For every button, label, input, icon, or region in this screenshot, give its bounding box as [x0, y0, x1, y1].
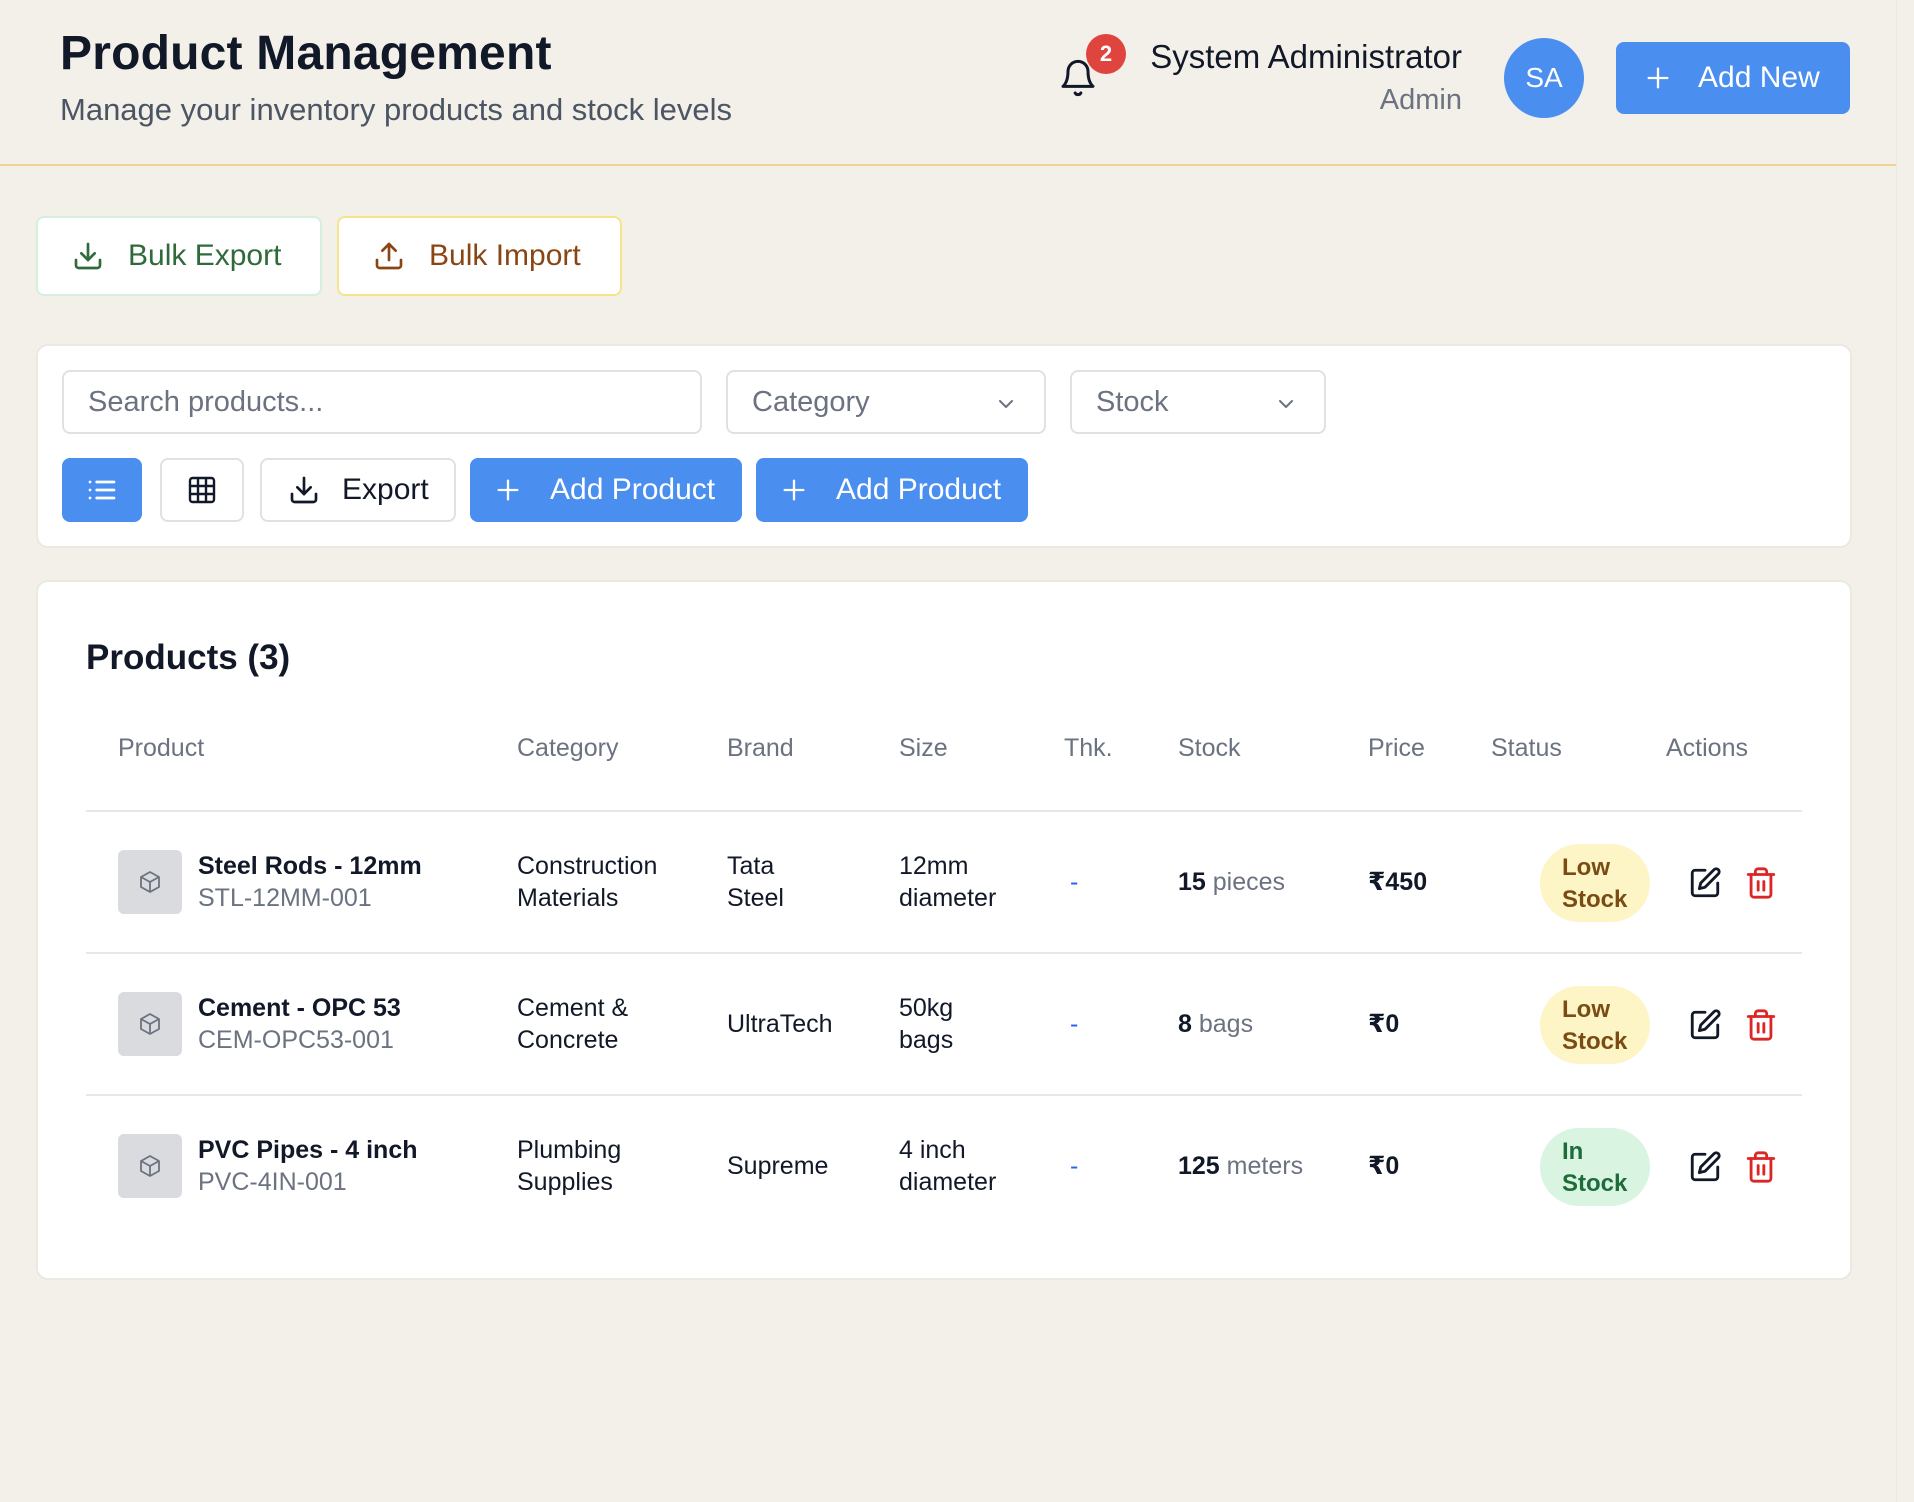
products-table-card: Products (3) Product Category Brand Size… [36, 580, 1852, 1280]
product-name[interactable]: Cement - OPC 53 [198, 992, 401, 1024]
product-thickness: - [1070, 1152, 1079, 1180]
grid-view-button[interactable] [160, 458, 244, 522]
table-row[interactable]: PVC Pipes - 4 inch PVC-4IN-001 Plumbing S… [86, 1096, 1802, 1238]
edit-button[interactable] [1688, 866, 1722, 900]
column-header-price[interactable]: Price [1368, 734, 1425, 763]
product-stock: 8 bags [1178, 1010, 1254, 1038]
product-thumbnail [118, 850, 182, 914]
category-select[interactable]: Category [726, 370, 1046, 434]
plus-icon [780, 476, 808, 504]
user-name: System Administrator [1150, 38, 1462, 75]
download-icon [290, 476, 318, 504]
column-header-status[interactable]: Status [1491, 734, 1562, 763]
product-brand: UltraTech [727, 1010, 833, 1038]
column-header-category[interactable]: Category [517, 734, 618, 763]
trash-icon [1746, 867, 1776, 899]
product-name[interactable]: PVC Pipes - 4 inch [198, 1134, 418, 1166]
box-icon [140, 1013, 160, 1035]
add-product-label: Add Product [550, 473, 716, 506]
column-header-stock[interactable]: Stock [1178, 734, 1241, 763]
bulk-export-button[interactable]: Bulk Export [36, 216, 322, 296]
table-row[interactable]: Steel Rods - 12mm STL-12MM-001 Construct… [86, 812, 1802, 954]
product-price: ₹0 [1368, 1010, 1400, 1038]
page-header: Product Management Manage your inventory… [0, 0, 1896, 166]
table-row[interactable]: Cement - OPC 53 CEM-OPC53-001 Cement & Co… [86, 954, 1802, 1096]
status-badge: In Stock [1540, 1128, 1650, 1206]
table-header: Product Category Brand Size Thk. Stock P… [86, 734, 1802, 812]
chevron-down-icon [999, 400, 1013, 408]
product-thumbnail [118, 992, 182, 1056]
search-input[interactable] [62, 370, 702, 434]
column-header-brand[interactable]: Brand [727, 734, 794, 763]
product-price: ₹450 [1368, 868, 1428, 896]
add-product-button[interactable]: Add Product [470, 458, 742, 522]
page-subtitle: Manage your inventory products and stock… [60, 92, 733, 127]
product-sku: PVC-4IN-001 [198, 1168, 347, 1196]
product-sku: CEM-OPC53-001 [198, 1026, 394, 1054]
edit-button[interactable] [1688, 1008, 1722, 1042]
edit-button[interactable] [1688, 1150, 1722, 1184]
list-view-button[interactable] [62, 458, 142, 522]
add-product-label: Add Product [836, 473, 1002, 506]
stock-select-value: Stock [1096, 385, 1169, 418]
edit-icon [1690, 867, 1721, 898]
status-badge: Low Stock [1540, 844, 1650, 922]
plus-icon [1644, 64, 1672, 92]
chevron-down-icon [1279, 400, 1293, 408]
grid-icon [188, 476, 216, 504]
product-thickness: - [1070, 868, 1079, 896]
product-stock: 125 meters [1178, 1152, 1304, 1180]
column-header-product[interactable]: Product [118, 734, 204, 763]
add-new-label: Add New [1698, 61, 1820, 94]
category-select-value: Category [752, 385, 870, 418]
page-title: Product Management [60, 27, 552, 80]
edit-icon [1690, 1151, 1721, 1182]
product-category: Plumbing Supplies [517, 1136, 622, 1196]
export-label: Export [342, 473, 429, 506]
upload-icon [375, 242, 403, 270]
product-stock: 15 pieces [1178, 868, 1286, 896]
product-price: ₹0 [1368, 1152, 1400, 1180]
delete-button[interactable] [1744, 1008, 1778, 1042]
stock-select[interactable]: Stock [1070, 370, 1326, 434]
product-thumbnail [118, 1134, 182, 1198]
product-category: Cement & Concrete [517, 994, 629, 1054]
list-icon [88, 480, 116, 500]
trash-icon [1746, 1009, 1776, 1041]
product-brand: Tata Steel [727, 852, 784, 912]
user-role: Admin [1379, 84, 1462, 116]
delete-button[interactable] [1744, 866, 1778, 900]
page-scrollbar[interactable] [1896, 0, 1914, 1502]
column-header-actions: Actions [1666, 734, 1748, 762]
trash-icon [1746, 1151, 1776, 1183]
download-icon [74, 242, 102, 270]
column-header-thickness[interactable]: Thk. [1064, 734, 1113, 763]
product-sku: STL-12MM-001 [198, 884, 372, 912]
user-avatar[interactable]: SA [1504, 38, 1584, 118]
product-size: 12mm diameter [899, 852, 997, 912]
column-header-size[interactable]: Size [899, 734, 948, 763]
box-icon [140, 1155, 160, 1177]
bulk-import-label: Bulk Import [429, 239, 581, 272]
product-thickness: - [1070, 1010, 1079, 1038]
bulk-import-button[interactable]: Bulk Import [337, 216, 622, 296]
filter-toolbar-card: Category Stock Export Add Product Add Pr… [36, 344, 1852, 548]
add-new-button[interactable]: Add New [1616, 42, 1850, 114]
product-size: 4 inch diameter [899, 1136, 997, 1196]
notification-count-badge: 2 [1086, 34, 1126, 74]
plus-icon [494, 476, 522, 504]
product-brand: Supreme [727, 1152, 829, 1180]
products-title: Products (3) [86, 638, 291, 677]
add-product-button-secondary[interactable]: Add Product [756, 458, 1028, 522]
export-button[interactable]: Export [260, 458, 456, 522]
status-badge: Low Stock [1540, 986, 1650, 1064]
bulk-export-label: Bulk Export [128, 239, 282, 272]
product-name[interactable]: Steel Rods - 12mm [198, 850, 422, 882]
product-size: 50kg bags [899, 994, 954, 1054]
product-category: Construction Materials [517, 852, 658, 912]
edit-icon [1690, 1009, 1721, 1040]
box-icon [140, 871, 160, 893]
delete-button[interactable] [1744, 1150, 1778, 1184]
